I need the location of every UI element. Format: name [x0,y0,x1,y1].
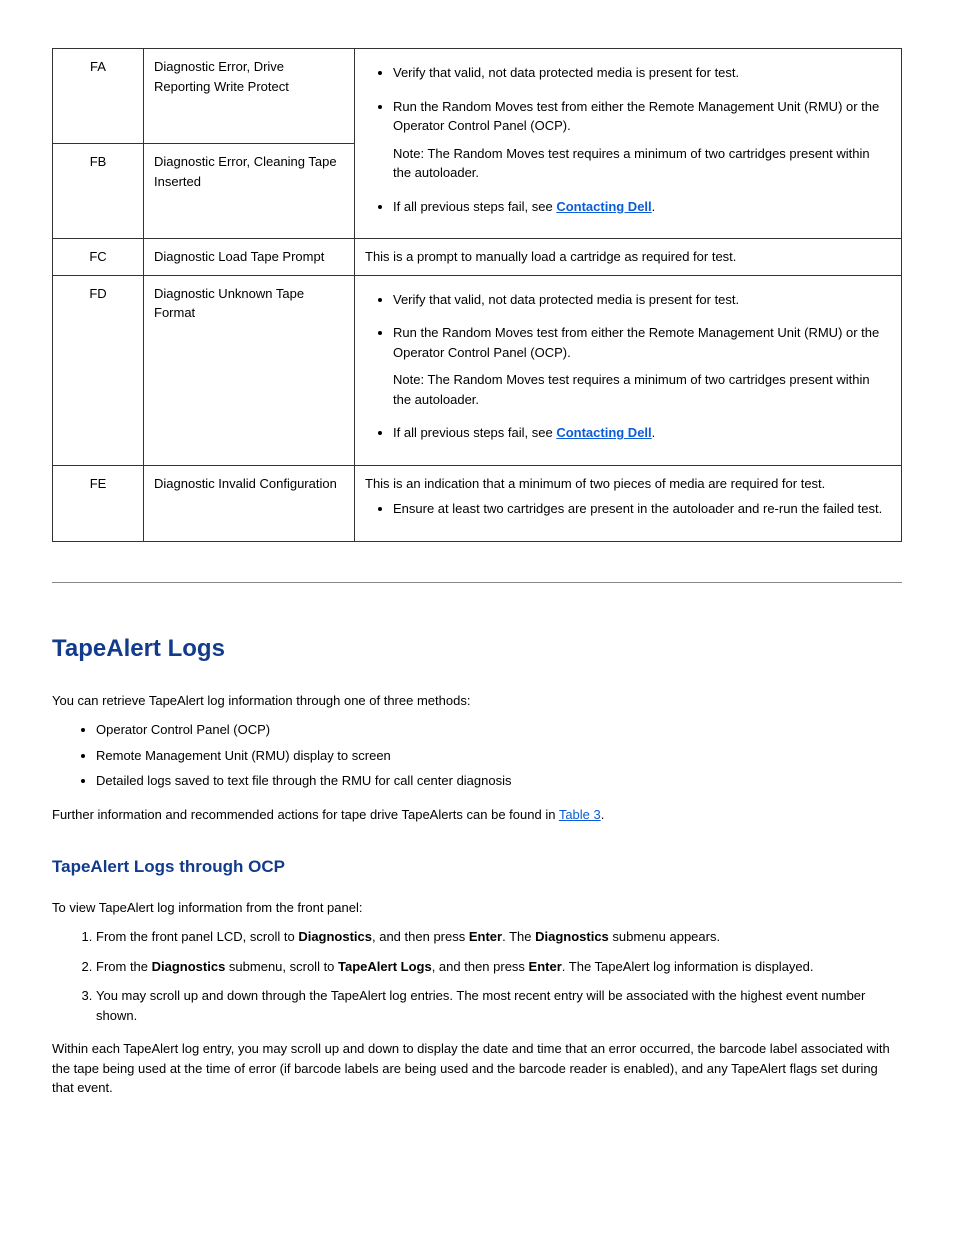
intro-text: You can retrieve TapeAlert log informati… [52,691,902,711]
desc-cell: Diagnostic Error, Cleaning Tape Inserted [144,144,355,239]
details-cell: Verify that valid, not data protected me… [355,49,902,239]
list-item: Verify that valid, not data protected me… [393,63,891,83]
closing-text: Within each TapeAlert log entry, you may… [52,1039,902,1098]
table-row: FC Diagnostic Load Tape Prompt This is a… [53,239,902,276]
list-item: Operator Control Panel (OCP) [96,720,902,740]
desc-cell: Diagnostic Unknown Tape Format [144,275,355,465]
step-item: From the Diagnostics submenu, scroll to … [96,957,902,977]
steps-list: From the front panel LCD, scroll to Diag… [52,927,902,1025]
list-item: Run the Random Moves test from either th… [393,323,891,409]
desc-cell: Diagnostic Invalid Configuration [144,465,355,541]
further-info-text: Further information and recommended acti… [52,805,902,825]
list-item: Verify that valid, not data protected me… [393,290,891,310]
section-heading: TapeAlert Logs [52,631,902,667]
list-item: Detailed logs saved to text file through… [96,771,902,791]
code-cell: FC [53,239,144,276]
contacting-dell-link[interactable]: Contacting Dell [556,425,651,440]
list-item: If all previous steps fail, see Contacti… [393,197,891,217]
methods-list: Operator Control Panel (OCP) Remote Mana… [52,720,902,791]
details-cell: Verify that valid, not data protected me… [355,275,902,465]
desc-cell: Diagnostic Error, Drive Reporting Write … [144,49,355,144]
step-item: You may scroll up and down through the T… [96,986,902,1025]
desc-cell: Diagnostic Load Tape Prompt [144,239,355,276]
table-row: FE Diagnostic Invalid Configuration This… [53,465,902,541]
contacting-dell-link[interactable]: Contacting Dell [556,199,651,214]
note-text: Note: The Random Moves test requires a m… [393,144,891,183]
table-3-link[interactable]: Table 3 [559,807,601,822]
code-cell: FB [53,144,144,239]
note-text: Note: The Random Moves test requires a m… [393,370,891,409]
sub-intro-text: To view TapeAlert log information from t… [52,898,902,918]
table-row: FD Diagnostic Unknown Tape Format Verify… [53,275,902,465]
list-item: Run the Random Moves test from either th… [393,97,891,183]
list-item: Remote Management Unit (RMU) display to … [96,746,902,766]
step-item: From the front panel LCD, scroll to Diag… [96,927,902,947]
details-cell: This is an indication that a minimum of … [355,465,902,541]
list-item: Ensure at least two cartridges are prese… [393,499,891,519]
code-cell: FD [53,275,144,465]
table-row: FA Diagnostic Error, Drive Reporting Wri… [53,49,902,144]
error-code-table: FA Diagnostic Error, Drive Reporting Wri… [52,48,902,542]
subsection-heading: TapeAlert Logs through OCP [52,854,902,880]
section-divider [52,582,902,583]
code-cell: FE [53,465,144,541]
details-cell: This is a prompt to manually load a cart… [355,239,902,276]
list-item: If all previous steps fail, see Contacti… [393,423,891,443]
code-cell: FA [53,49,144,144]
